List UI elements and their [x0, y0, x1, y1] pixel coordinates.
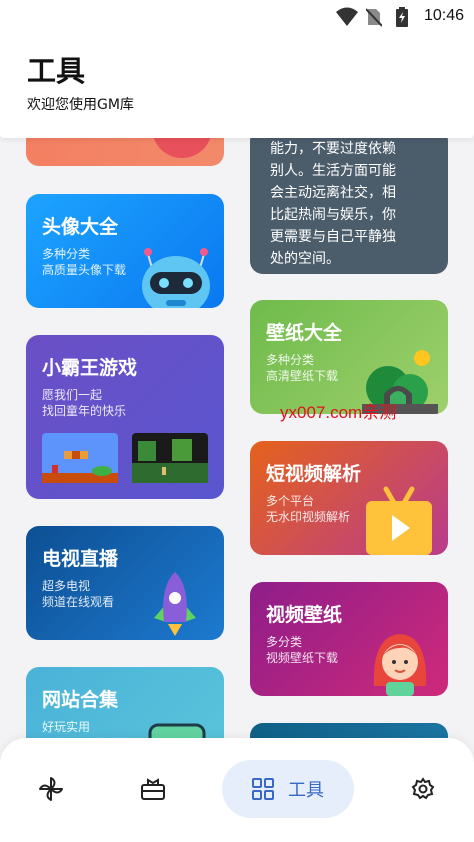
- card-subtitle: 无水印视频解析: [266, 510, 351, 524]
- card-subtitle: 找回童年的快乐: [42, 404, 127, 418]
- card-title: 视频壁纸: [266, 604, 343, 626]
- video-play-icon: [366, 486, 432, 555]
- card-subtitle: 视频壁纸下载: [266, 651, 339, 665]
- bottom-nav: 工具: [0, 738, 474, 842]
- card-subtitle: 多分类: [266, 635, 303, 649]
- record-icon: [153, 138, 211, 158]
- mario-screenshot: [42, 433, 118, 483]
- gear-icon: [411, 777, 435, 800]
- note-line: 更需要与自己平静独: [270, 229, 396, 245]
- card-short-video-parser[interactable]: 短视频解析 多个平台 无水印视频解析: [250, 441, 448, 555]
- card-subtitle: 多种分类: [42, 247, 91, 261]
- card-subtitle: 多种分类: [266, 353, 315, 367]
- card-avatar[interactable]: 头像大全 多种分类 高质量头像下载: [26, 194, 224, 308]
- card-nes-games[interactable]: 小霸王游戏 愿我们一起 找回童年的快乐: [26, 335, 224, 499]
- card-title: 头像大全: [42, 216, 119, 238]
- battery-charging-icon: [396, 7, 408, 27]
- card-tv-live[interactable]: 电视直播 超多电视 频道在线观看: [26, 526, 224, 640]
- wifi-icon: [336, 7, 358, 26]
- card-wallpapers[interactable]: 壁纸大全 多种分类 高清壁纸下载: [250, 300, 448, 414]
- card-title: 壁纸大全: [266, 322, 343, 344]
- card-subtitle: 高质量头像下载: [42, 263, 127, 277]
- nav-item-tools[interactable]: 工具: [222, 760, 354, 818]
- card-title: 网站合集: [42, 689, 119, 711]
- page-title: 工具: [27, 54, 86, 88]
- partial-card-bottom-right[interactable]: [250, 723, 448, 738]
- partial-card-top-left[interactable]: [26, 138, 224, 166]
- card-title: 短视频解析: [266, 463, 362, 485]
- nav-item-settings[interactable]: [398, 764, 448, 814]
- card-subtitle: 愿我们一起: [42, 388, 103, 402]
- grid-apps-icon: [252, 778, 274, 800]
- card-title: 小霸王游戏: [42, 357, 138, 379]
- card-subtitle: 高清壁纸下载: [266, 369, 339, 383]
- contra-screenshot: [132, 433, 208, 483]
- monitor-icon: [148, 723, 206, 738]
- card-website-collection[interactable]: 网站合集 好玩实用: [26, 667, 224, 738]
- pinwheel-icon: [39, 777, 63, 801]
- tool-grid[interactable]: 能力，不要过度依赖 别人。生活方面可能 会主动远离社交，相 比起热闹与娱乐，你 …: [0, 138, 474, 738]
- girl-avatar-icon: [373, 634, 427, 696]
- card-subtitle: 好玩实用: [42, 720, 91, 734]
- gift-box-icon: [141, 778, 165, 800]
- no-sim-icon: [366, 8, 382, 27]
- card-subtitle: 多个平台: [266, 494, 315, 508]
- app-header: 工具 欢迎您使用GM库: [0, 34, 474, 138]
- watermark-text: yx007.com亲测: [280, 403, 397, 422]
- note-line: 会主动远离社交，相: [270, 185, 396, 201]
- card-title: 电视直播: [42, 548, 119, 570]
- robot-icon: [142, 248, 210, 308]
- note-line: 能力，不要过度依赖: [270, 141, 396, 157]
- card-subtitle: 超多电视: [42, 579, 91, 593]
- clock: 10:46: [423, 7, 464, 24]
- nav-item-home[interactable]: [26, 764, 76, 814]
- card-video-wallpaper[interactable]: 视频壁纸 多分类 视频壁纸下载: [250, 582, 448, 696]
- page-subtitle: 欢迎您使用GM库: [27, 97, 134, 113]
- nav-label-tools: 工具: [288, 780, 324, 801]
- note-line: 处的空间。: [270, 251, 340, 267]
- nav-item-gift[interactable]: [128, 764, 178, 814]
- card-subtitle: 频道在线观看: [42, 595, 115, 609]
- note-line: 别人。生活方面可能: [270, 163, 396, 179]
- rocket-icon: [154, 572, 196, 636]
- text-note-card[interactable]: 能力，不要过度依赖 别人。生活方面可能 会主动远离社交，相 比起热闹与娱乐，你 …: [250, 138, 448, 274]
- status-bar: 10:46: [0, 0, 474, 34]
- note-line: 比起热闹与娱乐，你: [270, 207, 396, 223]
